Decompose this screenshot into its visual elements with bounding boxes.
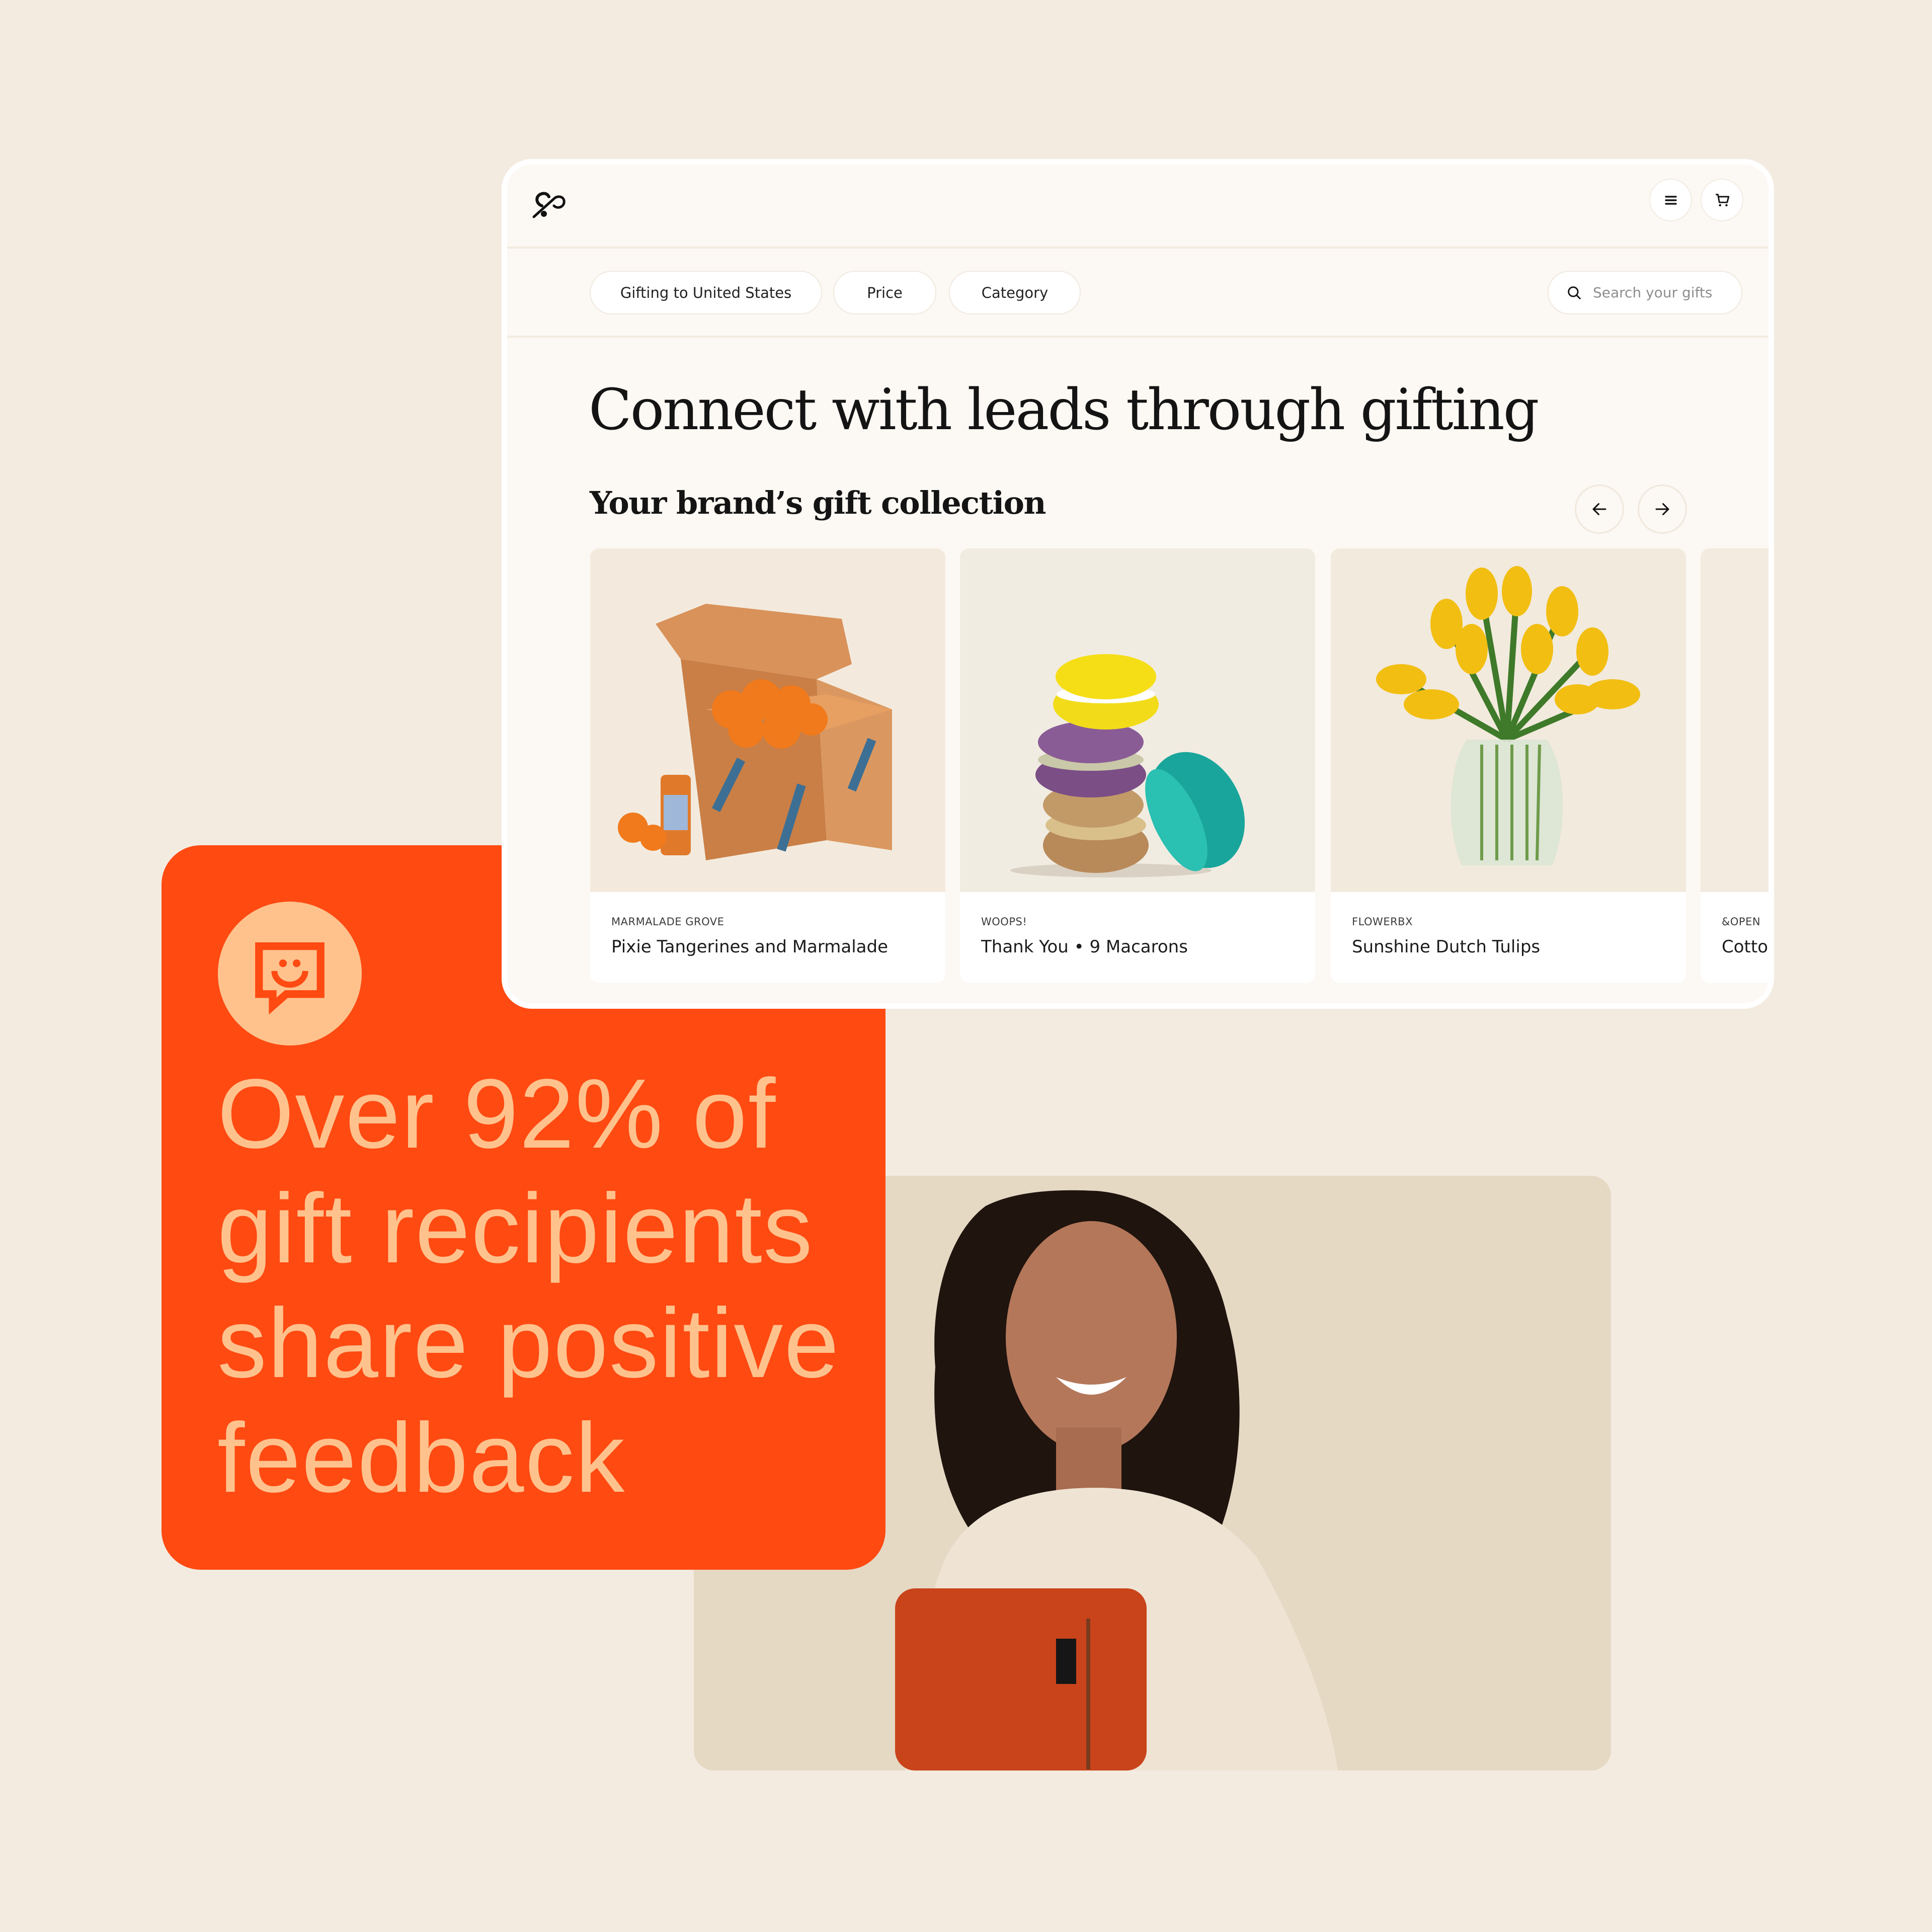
filter-gifting-country[interactable]: Gifting to United States <box>590 271 822 314</box>
product-title: Pixie Tangerines and Marmalade <box>611 937 888 957</box>
carousel-prev-button[interactable] <box>1575 485 1624 534</box>
product-title: Sunshine Dutch Tulips <box>1352 937 1541 957</box>
smiley-chat-bubble-icon <box>255 942 325 1015</box>
collection-title: Your brand’s gift collection <box>590 485 1046 521</box>
browser-window: Gifting to United States Price Category … <box>502 159 1774 1009</box>
product-image <box>1331 548 1686 892</box>
product-card[interactable]: WOOPS! Thank You • 9 Macarons <box>960 548 1315 983</box>
tangerine-box-image <box>590 548 945 892</box>
product-card[interactable]: MARMALADE GROVE Pixie Tangerines and Mar… <box>590 548 945 983</box>
stat-headline: Over 92% of gift recipients share positi… <box>217 1057 871 1515</box>
stat-line: feedback <box>217 1403 626 1513</box>
product-brand: MARMALADE GROVE <box>611 916 725 928</box>
search-input[interactable] <box>1593 284 1724 301</box>
hamburger-menu-icon <box>1664 195 1677 205</box>
stat-line: Over 92% of <box>217 1059 777 1169</box>
product-brand: WOOPS! <box>981 916 1027 928</box>
product-title: Thank You • 9 Macarons <box>981 937 1188 957</box>
arrow-right-icon <box>1655 503 1669 515</box>
product-brand: &OPEN <box>1722 916 1761 928</box>
filter-category[interactable]: Category <box>949 271 1081 314</box>
stat-line: share positive <box>217 1288 840 1398</box>
menu-button[interactable] <box>1649 179 1692 221</box>
brand-logo-icon[interactable] <box>531 189 569 221</box>
macarons-image <box>960 548 1315 892</box>
product-title: Cotto <box>1722 937 1768 957</box>
header-divider <box>507 247 1768 249</box>
search-icon <box>1568 286 1581 299</box>
yellow-tulips-image <box>1331 548 1686 892</box>
search-box[interactable] <box>1548 271 1742 314</box>
arrow-left-icon <box>1592 503 1606 515</box>
page-title: Connect with leads through gifting <box>589 377 1539 443</box>
product-image <box>960 548 1315 892</box>
product-brand: FLOWERBX <box>1352 916 1413 928</box>
stat-icon-badge <box>218 902 362 1045</box>
product-card[interactable]: FLOWERBX Sunshine Dutch Tulips <box>1331 548 1686 983</box>
cart-button[interactable] <box>1701 179 1743 221</box>
product-image <box>590 548 945 892</box>
filter-divider <box>507 336 1768 338</box>
product-image <box>1701 548 1768 892</box>
shopping-cart-icon <box>1715 193 1729 206</box>
stat-line: gift recipients <box>217 1173 814 1283</box>
filter-price[interactable]: Price <box>833 271 936 314</box>
product-card[interactable]: &OPEN Cotto <box>1701 548 1768 983</box>
carousel-next-button[interactable] <box>1638 485 1687 534</box>
